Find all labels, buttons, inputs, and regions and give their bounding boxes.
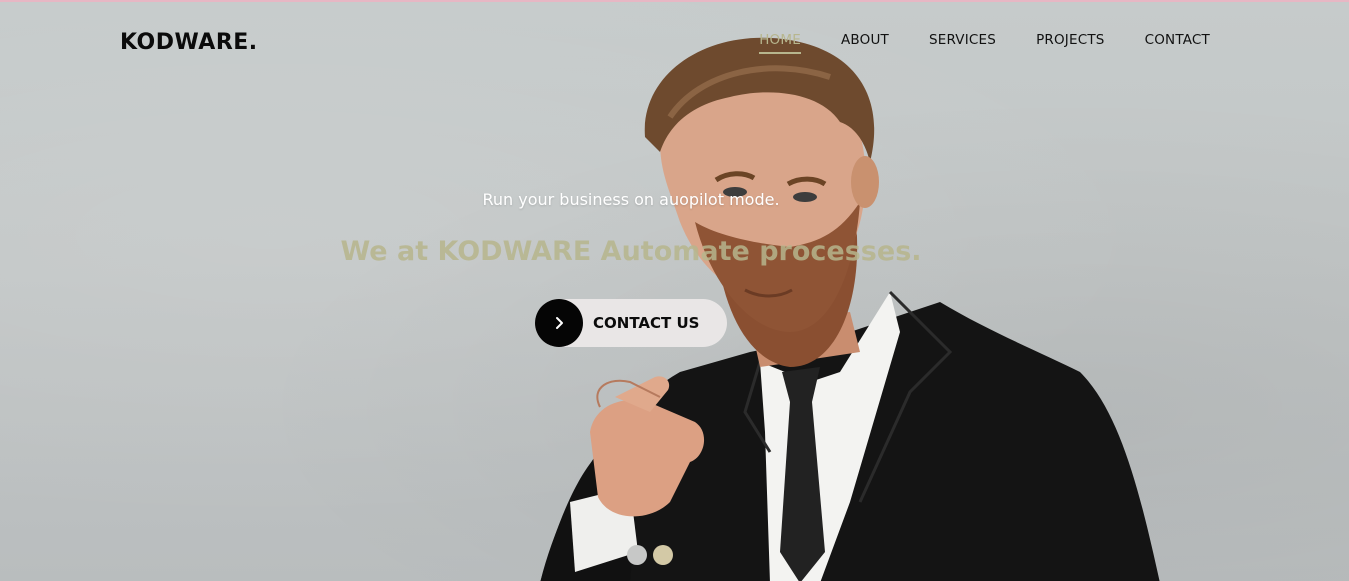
- nav-item-projects[interactable]: PROJECTS: [1036, 32, 1105, 54]
- hero-section: KODWARE. HOME ABOUT SERVICES PROJECTS CO…: [0, 0, 1349, 581]
- nav-item-about[interactable]: ABOUT: [841, 32, 889, 54]
- contact-us-label: CONTACT US: [593, 314, 700, 332]
- slider-pagination: [627, 545, 673, 565]
- contact-us-button[interactable]: CONTACT US: [535, 299, 727, 347]
- hero-tagline: Run your business on auopilot mode.: [482, 190, 780, 209]
- brand-logo[interactable]: KODWARE.: [120, 30, 258, 55]
- chevron-right-icon: [535, 299, 583, 347]
- nav-item-services[interactable]: SERVICES: [929, 32, 996, 54]
- slider-dot-1[interactable]: [627, 545, 647, 565]
- slider-dot-2[interactable]: [653, 545, 673, 565]
- main-nav: HOME ABOUT SERVICES PROJECTS CONTACT: [759, 32, 1210, 54]
- nav-item-contact[interactable]: CONTACT: [1145, 32, 1210, 54]
- nav-item-home[interactable]: HOME: [759, 32, 801, 54]
- hero-headline: We at KODWARE Automate processes.: [340, 236, 922, 267]
